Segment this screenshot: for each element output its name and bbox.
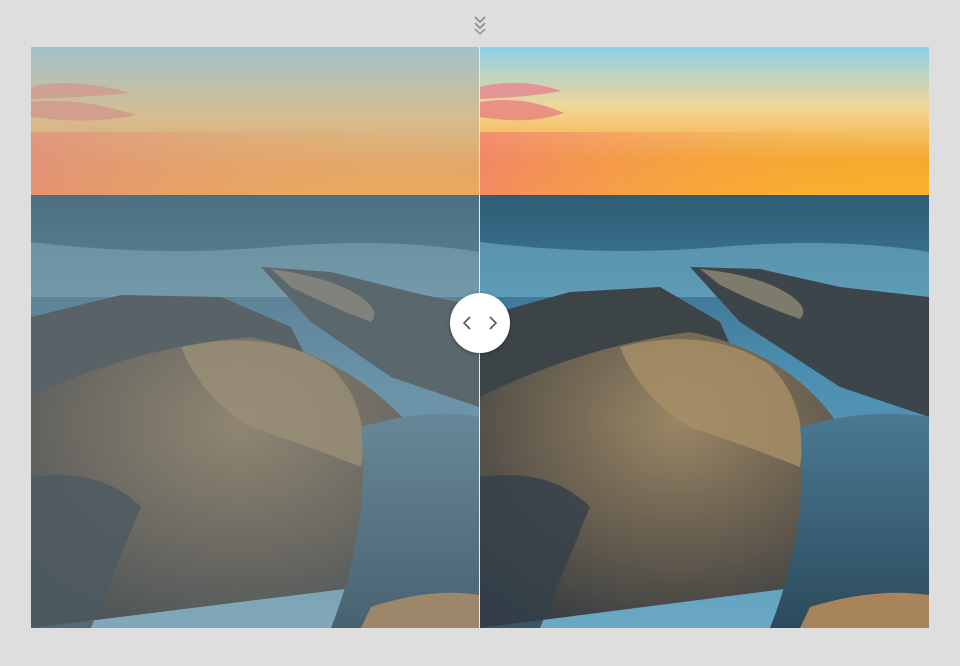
scroll-down-button[interactable] <box>468 12 492 38</box>
before-image <box>31 47 479 628</box>
split-handle[interactable] <box>450 293 510 353</box>
chevron-left-icon <box>462 316 471 330</box>
comparison-page <box>0 0 960 666</box>
before-after-viewer[interactable] <box>31 47 929 628</box>
double-chevron-down-icon <box>474 16 486 36</box>
chevron-right-icon <box>489 316 498 330</box>
after-image <box>480 47 929 628</box>
